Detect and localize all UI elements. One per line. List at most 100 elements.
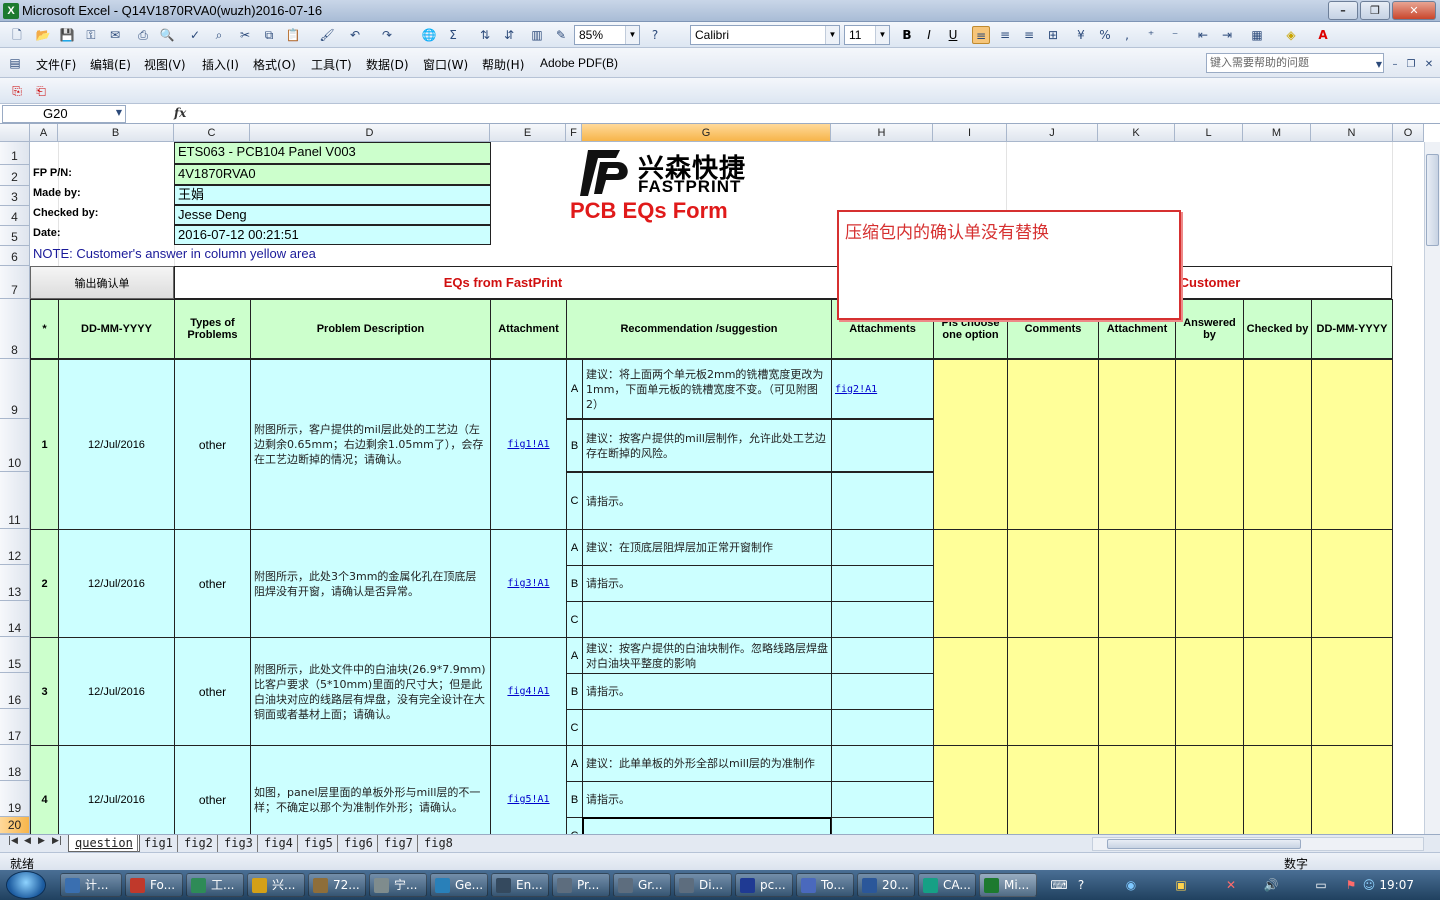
menu-window[interactable]: 窗口(W) bbox=[423, 56, 468, 73]
paste-icon[interactable]: 📋 bbox=[284, 26, 302, 44]
column-header-m[interactable]: M bbox=[1243, 124, 1311, 142]
percent-icon[interactable]: % bbox=[1096, 26, 1114, 44]
option-attachment-cell[interactable] bbox=[831, 817, 934, 834]
borders-icon[interactable]: ▦ bbox=[1248, 26, 1266, 44]
increase-decimal-icon[interactable]: ⁺ bbox=[1142, 26, 1160, 44]
display-icon[interactable]: ▭ bbox=[1312, 876, 1330, 894]
row-header[interactable]: 17 bbox=[0, 709, 30, 745]
bold-icon[interactable]: B bbox=[898, 26, 916, 44]
option-attachment-cell[interactable] bbox=[831, 745, 934, 782]
decrease-indent-icon[interactable]: ⇤ bbox=[1194, 26, 1212, 44]
clock[interactable]: 19:07 bbox=[1379, 878, 1414, 892]
scrollbar-thumb[interactable] bbox=[1107, 839, 1301, 849]
taskbar-item[interactable]: CA... bbox=[918, 873, 976, 897]
taskbar-item[interactable]: 宁... bbox=[369, 873, 427, 897]
horizontal-scrollbar[interactable] bbox=[1092, 837, 1424, 851]
row-header[interactable]: 2 bbox=[0, 165, 30, 186]
pdf-convert-icon[interactable]: ⎘ bbox=[8, 82, 26, 100]
column-header-e[interactable]: E bbox=[490, 124, 566, 142]
start-button-icon[interactable] bbox=[6, 871, 46, 899]
customer-answered-cell[interactable] bbox=[1175, 529, 1244, 638]
print-icon[interactable]: ⎙ bbox=[134, 26, 152, 44]
menu-format[interactable]: 格式(O) bbox=[253, 56, 296, 73]
column-header-f[interactable]: F bbox=[566, 124, 582, 142]
taskbar-item[interactable]: 兴... bbox=[247, 873, 305, 897]
print-preview-icon[interactable]: 🔍 bbox=[158, 26, 176, 44]
taskbar-item[interactable]: 72... bbox=[308, 873, 366, 897]
eq-description[interactable]: 附图所示，此处文件中的白油块(26.9*7.9mm)比客户要求（5*10mm)里… bbox=[250, 637, 491, 746]
attachment-link[interactable]: fig4!A1 bbox=[507, 686, 549, 697]
option-attachment-cell[interactable] bbox=[831, 673, 934, 710]
customer-comments-cell[interactable] bbox=[1007, 359, 1099, 530]
menu-insert[interactable]: 插入(I) bbox=[202, 56, 239, 73]
menu-tools[interactable]: 工具(T) bbox=[311, 56, 352, 73]
currency-icon[interactable]: ¥ bbox=[1072, 26, 1090, 44]
customer-attachment-cell[interactable] bbox=[1098, 637, 1176, 746]
font-size-combo[interactable]: 11 ▼ bbox=[844, 25, 890, 45]
row-header[interactable]: 19 bbox=[0, 781, 30, 817]
underline-icon[interactable]: U bbox=[944, 26, 962, 44]
close-icon[interactable]: ✕ bbox=[1392, 1, 1436, 20]
eq-date[interactable]: 12/Jul/2016 bbox=[58, 529, 175, 638]
date-cell[interactable]: 2016-07-12 00:21:51 bbox=[174, 225, 491, 245]
chart-icon[interactable]: ▥ bbox=[528, 26, 546, 44]
option-text[interactable]: 建议：在顶底层阻焊层加正常开窗制作 bbox=[582, 529, 832, 566]
customer-answered-cell[interactable] bbox=[1175, 359, 1244, 530]
flag-icon[interactable]: ⚑ bbox=[1342, 876, 1360, 894]
row-header[interactable]: 11 bbox=[0, 472, 30, 529]
customer-checked-cell[interactable] bbox=[1243, 359, 1312, 530]
customer-attachment-cell[interactable] bbox=[1098, 529, 1176, 638]
tab-fig1[interactable]: fig1 bbox=[137, 835, 179, 852]
help-tray-icon[interactable]: ? bbox=[1072, 876, 1090, 894]
tool-tray-icon[interactable]: ✕ bbox=[1222, 876, 1240, 894]
email-icon[interactable]: ✉ bbox=[106, 26, 124, 44]
font-combo[interactable]: Calibri ▼ bbox=[690, 25, 840, 45]
prev-sheet-icon[interactable]: ◀ bbox=[24, 836, 31, 846]
row-header[interactable]: 7 bbox=[0, 266, 30, 299]
customer-comments-cell[interactable] bbox=[1007, 745, 1099, 834]
eq-description[interactable]: 附图所示，此处3个3mm的金属化孔在顶底层阻焊没有开窗，请确认是否异常。 bbox=[250, 529, 491, 638]
option-attachment-cell[interactable] bbox=[831, 781, 934, 818]
taskbar-item[interactable]: pc... bbox=[735, 873, 793, 897]
customer-checked-cell[interactable] bbox=[1243, 745, 1312, 834]
column-header-l[interactable]: L bbox=[1175, 124, 1243, 142]
tab-fig6[interactable]: fig6 bbox=[337, 835, 379, 852]
tab-question[interactable]: question bbox=[68, 835, 140, 852]
sort-descending-icon[interactable]: ⇵ bbox=[500, 26, 518, 44]
row-header[interactable]: 20 bbox=[0, 817, 30, 834]
tab-fig8[interactable]: fig8 bbox=[417, 835, 459, 852]
worksheet[interactable]: A B C D E F G H I J K L M N O 1 2 3 4 5 … bbox=[0, 124, 1440, 834]
tab-fig4[interactable]: fig4 bbox=[257, 835, 299, 852]
option-text[interactable]: 请指示。 bbox=[582, 565, 832, 602]
row-header[interactable]: 15 bbox=[0, 637, 30, 673]
taskbar-item[interactable]: Ge... bbox=[430, 873, 488, 897]
column-header-j[interactable]: J bbox=[1007, 124, 1098, 142]
row-header[interactable]: 14 bbox=[0, 601, 30, 637]
row-header[interactable]: 10 bbox=[0, 419, 30, 472]
row-header[interactable]: 13 bbox=[0, 565, 30, 601]
option-text-selected[interactable] bbox=[582, 817, 832, 834]
first-sheet-icon[interactable]: |◀ bbox=[8, 836, 18, 846]
eq-type[interactable]: other bbox=[174, 637, 251, 746]
decrease-decimal-icon[interactable]: ⁻ bbox=[1166, 26, 1184, 44]
hyperlink-icon[interactable]: 🌐 bbox=[420, 26, 438, 44]
option-text[interactable]: 请指示。 bbox=[582, 781, 832, 818]
menu-view[interactable]: 视图(V) bbox=[144, 56, 186, 73]
fp-pn-cell[interactable]: 4V1870RVA0 bbox=[174, 164, 491, 185]
zoom-combo[interactable]: 85% ▼ bbox=[574, 25, 640, 45]
volume-icon[interactable]: 🔊 bbox=[1262, 876, 1280, 894]
taskbar-item[interactable]: En... bbox=[491, 873, 549, 897]
eq-type[interactable]: other bbox=[174, 359, 251, 530]
eq-date[interactable]: 12/Jul/2016 bbox=[58, 745, 175, 834]
row-header[interactable]: 12 bbox=[0, 529, 30, 565]
spelling-icon[interactable]: ✓ bbox=[186, 26, 204, 44]
option-text[interactable]: 建议：将上面两个单元板2mm的铣槽宽度更改为1mm，下面单元板的铣槽宽度不变。（… bbox=[582, 359, 832, 419]
customer-comments-cell[interactable] bbox=[1007, 637, 1099, 746]
undo-icon[interactable]: ↶ bbox=[346, 26, 364, 44]
minimize-icon[interactable]: – bbox=[1328, 1, 1358, 20]
row-header[interactable]: 5 bbox=[0, 226, 30, 246]
autosum-icon[interactable]: Σ bbox=[444, 26, 462, 44]
last-sheet-icon[interactable]: ▶| bbox=[52, 836, 62, 846]
option-text[interactable] bbox=[582, 709, 832, 746]
attachment-link[interactable]: fig2!A1 bbox=[835, 384, 877, 395]
